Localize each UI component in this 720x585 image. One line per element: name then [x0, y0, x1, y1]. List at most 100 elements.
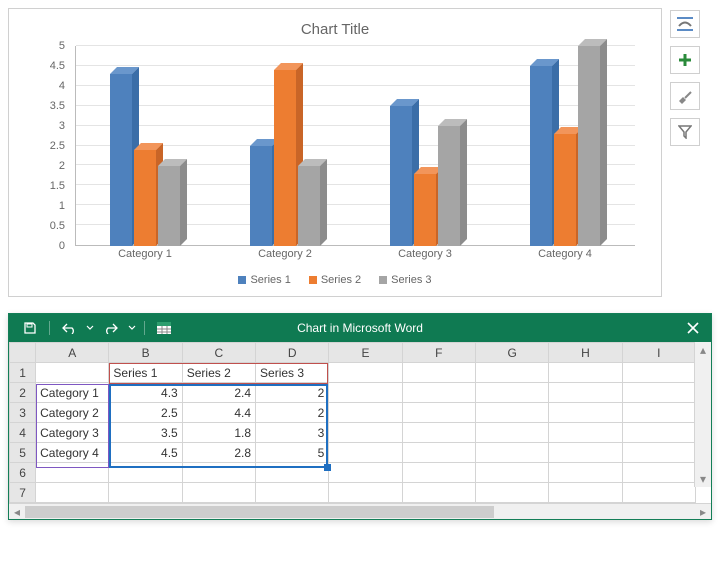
cell[interactable]: 2: [256, 403, 329, 423]
chart-styles-button[interactable]: [670, 82, 700, 110]
cell[interactable]: [402, 363, 475, 383]
cell[interactable]: Series 3: [256, 363, 329, 383]
cell[interactable]: [329, 423, 402, 443]
cell[interactable]: 3.5: [109, 423, 182, 443]
cell[interactable]: [549, 383, 622, 403]
bar[interactable]: [110, 74, 132, 246]
cell[interactable]: [475, 463, 548, 483]
column-header[interactable]: A: [36, 343, 109, 363]
cell[interactable]: [622, 443, 695, 463]
scroll-right-icon[interactable]: ▸: [695, 504, 711, 520]
cell[interactable]: [109, 463, 182, 483]
chart-elements-button[interactable]: [670, 46, 700, 74]
column-header[interactable]: B: [109, 343, 182, 363]
cell[interactable]: [475, 423, 548, 443]
bar[interactable]: [274, 70, 296, 246]
row-header[interactable]: 7: [10, 483, 36, 503]
row-header[interactable]: 5: [10, 443, 36, 463]
cell[interactable]: [622, 483, 695, 503]
cell[interactable]: [622, 403, 695, 423]
layout-options-button[interactable]: [670, 10, 700, 38]
scroll-up-icon[interactable]: ▴: [695, 342, 711, 358]
cell[interactable]: [402, 463, 475, 483]
bar[interactable]: [438, 126, 460, 246]
cell[interactable]: [402, 383, 475, 403]
cell[interactable]: Category 3: [36, 423, 109, 443]
cell[interactable]: 2.5: [109, 403, 182, 423]
cell[interactable]: 2: [256, 383, 329, 403]
cell[interactable]: 5: [256, 443, 329, 463]
selection-resize-handle[interactable]: [324, 464, 331, 471]
cell[interactable]: 3: [256, 423, 329, 443]
bar[interactable]: [578, 46, 600, 246]
bar[interactable]: [554, 134, 576, 246]
cell[interactable]: [622, 463, 695, 483]
cell[interactable]: 1.8: [182, 423, 255, 443]
cell[interactable]: 4.5: [109, 443, 182, 463]
bar[interactable]: [250, 146, 272, 246]
cell[interactable]: [182, 463, 255, 483]
cell[interactable]: [475, 363, 548, 383]
cell[interactable]: [622, 363, 695, 383]
bar[interactable]: [530, 66, 552, 246]
scrollbar-track[interactable]: [25, 504, 695, 520]
cell[interactable]: [475, 383, 548, 403]
column-header[interactable]: G: [475, 343, 548, 363]
cell[interactable]: 2.8: [182, 443, 255, 463]
cell[interactable]: [549, 423, 622, 443]
cell[interactable]: [256, 463, 329, 483]
cell[interactable]: [622, 423, 695, 443]
cell[interactable]: [329, 483, 402, 503]
scroll-left-icon[interactable]: ◂: [9, 504, 25, 520]
column-header[interactable]: F: [402, 343, 475, 363]
row-header[interactable]: 3: [10, 403, 36, 423]
cell[interactable]: [36, 463, 109, 483]
horizontal-scrollbar[interactable]: ◂ ▸: [9, 503, 711, 519]
cell[interactable]: [329, 443, 402, 463]
scroll-down-icon[interactable]: ▾: [695, 471, 711, 487]
cell[interactable]: [329, 363, 402, 383]
cell[interactable]: 2.4: [182, 383, 255, 403]
cell[interactable]: Category 1: [36, 383, 109, 403]
column-header[interactable]: C: [182, 343, 255, 363]
cell[interactable]: 4.4: [182, 403, 255, 423]
cell[interactable]: [475, 403, 548, 423]
edit-data-button[interactable]: [153, 318, 175, 338]
bar[interactable]: [390, 106, 412, 246]
cell[interactable]: [549, 403, 622, 423]
spreadsheet-grid[interactable]: ABCDEFGHI1Series 1Series 2Series 32Categ…: [9, 342, 711, 503]
cell[interactable]: [36, 363, 109, 383]
cell[interactable]: Category 2: [36, 403, 109, 423]
cell[interactable]: [402, 423, 475, 443]
bar[interactable]: [134, 150, 156, 246]
cell[interactable]: [329, 403, 402, 423]
cell[interactable]: [402, 483, 475, 503]
cell[interactable]: [256, 483, 329, 503]
column-header[interactable]: I: [622, 343, 695, 363]
row-header[interactable]: 1: [10, 363, 36, 383]
column-header[interactable]: E: [329, 343, 402, 363]
redo-button[interactable]: [100, 318, 122, 338]
chevron-down-icon[interactable]: [128, 322, 136, 334]
bar[interactable]: [158, 166, 180, 246]
chart-filters-button[interactable]: [670, 118, 700, 146]
select-all-cell[interactable]: [10, 343, 36, 363]
cell[interactable]: Series 2: [182, 363, 255, 383]
cell[interactable]: [402, 403, 475, 423]
bar[interactable]: [298, 166, 320, 246]
cell[interactable]: [549, 483, 622, 503]
row-header[interactable]: 4: [10, 423, 36, 443]
cell[interactable]: [36, 483, 109, 503]
close-button[interactable]: [675, 314, 711, 342]
cell[interactable]: 4.3: [109, 383, 182, 403]
row-header[interactable]: 6: [10, 463, 36, 483]
cell[interactable]: [549, 443, 622, 463]
undo-button[interactable]: [58, 318, 80, 338]
cell[interactable]: [549, 463, 622, 483]
cell[interactable]: [622, 383, 695, 403]
cell[interactable]: [549, 363, 622, 383]
vertical-scrollbar[interactable]: ▴ ▾: [694, 342, 711, 487]
cell[interactable]: [109, 483, 182, 503]
cell[interactable]: [329, 463, 402, 483]
save-button[interactable]: [19, 318, 41, 338]
